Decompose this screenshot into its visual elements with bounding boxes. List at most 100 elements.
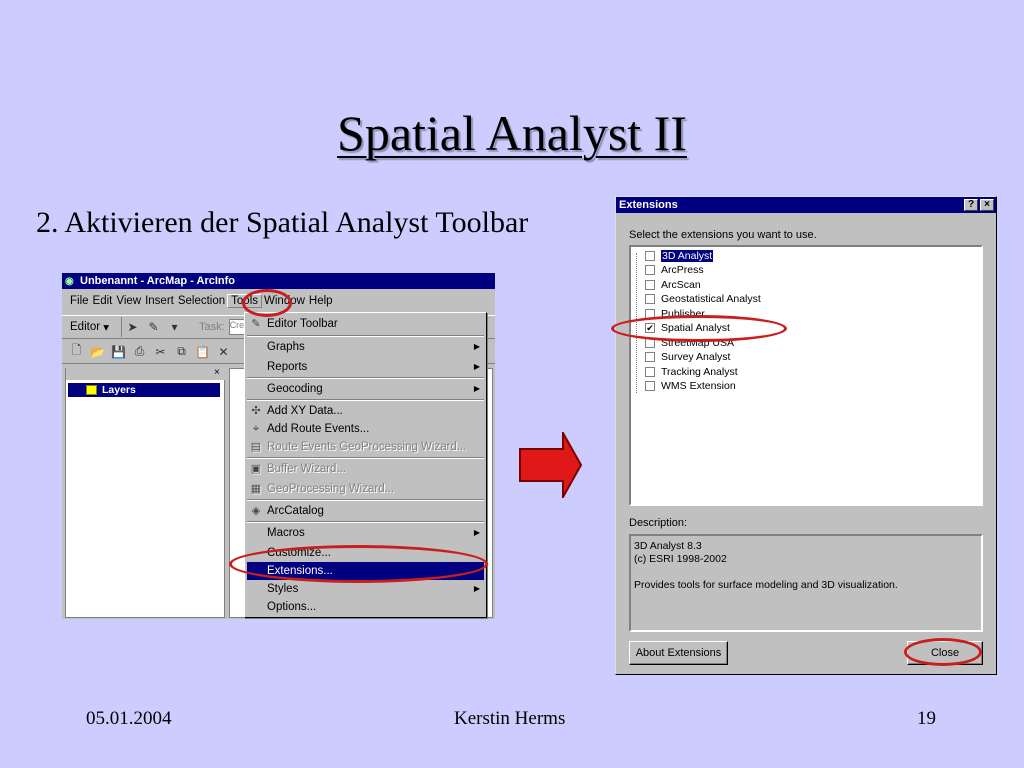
footer-date: 05.01.2004 xyxy=(86,708,172,729)
extension-survey-analyst[interactable]: Survey Analyst xyxy=(645,350,730,364)
close-icon[interactable]: × xyxy=(980,199,994,211)
help-icon[interactable]: ? xyxy=(964,199,978,211)
new-document-icon[interactable]: 🗋 xyxy=(66,342,87,362)
menu-item-label: Add XY Data... xyxy=(267,405,343,417)
delete-icon[interactable]: ✕ xyxy=(213,342,234,362)
cut-icon[interactable]: ✂ xyxy=(150,342,171,362)
extensions-list: 3D Analyst ArcPress ArcScan Geostatistic… xyxy=(629,245,983,506)
submenu-arrow-icon: ▶ xyxy=(473,342,480,351)
menu-item-route-events-wizard[interactable]: ▤ Route Events GeoProcessing Wizard... xyxy=(247,438,484,456)
menu-item-buffer-wizard[interactable]: ▣ Buffer Wizard... xyxy=(247,460,484,478)
menu-separator xyxy=(247,399,484,401)
menu-item-add-xy-data[interactable]: ✣ Add XY Data... xyxy=(247,402,484,420)
menu-item-label: Editor Toolbar xyxy=(267,318,338,330)
extension-label: Geostatistical Analyst xyxy=(661,293,761,305)
description-line xyxy=(634,566,978,579)
about-extensions-button[interactable]: About Extensions xyxy=(629,641,728,665)
menu-item-label: Graphs xyxy=(267,341,305,353)
checkbox[interactable] xyxy=(645,381,655,391)
pencil-icon[interactable]: ✎ xyxy=(143,317,164,337)
menu-item-editor-toolbar[interactable]: ✎ Editor Toolbar xyxy=(247,315,484,333)
buffer-icon: ▣ xyxy=(250,463,262,475)
extensions-titlebar: Extensions ? × xyxy=(616,197,996,213)
extension-3d-analyst[interactable]: 3D Analyst xyxy=(645,249,714,263)
editor-toolbar-icon: ✎ xyxy=(251,318,261,330)
extension-label: ArcPress xyxy=(661,264,704,276)
close-highlight-ring xyxy=(904,638,982,666)
footer-author: Kerstin Herms xyxy=(454,708,566,729)
extension-arcscan[interactable]: ArcScan xyxy=(645,278,701,292)
menu-item-graphs[interactable]: Graphs ▶ xyxy=(247,338,484,356)
menu-item-add-route-events[interactable]: ⌖ Add Route Events... xyxy=(247,420,484,438)
checkbox[interactable] xyxy=(645,352,655,362)
menu-selection[interactable]: Selection xyxy=(176,295,227,307)
menu-item-label: Geocoding xyxy=(267,383,323,395)
menu-separator xyxy=(247,457,484,459)
edit-tool-icon[interactable]: ➤ xyxy=(122,317,143,337)
extension-arcpress[interactable]: ArcPress xyxy=(645,263,704,277)
checkbox[interactable] xyxy=(645,251,655,261)
checkbox[interactable] xyxy=(645,294,655,304)
menu-item-geoprocessing-wizard[interactable]: ▦ GeoProcessing Wizard... xyxy=(247,480,484,498)
menu-edit[interactable]: Edit xyxy=(91,295,115,307)
paste-icon[interactable]: 📋 xyxy=(192,342,213,362)
menu-item-geocoding[interactable]: Geocoding ▶ xyxy=(247,380,484,398)
menu-item-macros[interactable]: Macros ▶ xyxy=(247,524,484,542)
menu-item-label: Styles xyxy=(267,583,299,595)
menu-separator xyxy=(247,521,484,523)
menu-item-label: Options... xyxy=(267,601,317,613)
globe-icon: ◉ xyxy=(65,275,74,287)
route-events-icon: ⌖ xyxy=(252,423,260,435)
toc-header: × xyxy=(66,368,226,380)
slide-title: Spatial Analyst II xyxy=(337,105,687,161)
menu-separator xyxy=(247,499,484,501)
menu-help[interactable]: Help xyxy=(307,295,335,307)
close-icon[interactable]: × xyxy=(214,368,224,378)
print-icon[interactable]: ⎙ xyxy=(129,342,150,362)
checkbox[interactable] xyxy=(645,265,655,275)
editor-menu-button[interactable]: Editor ▾ xyxy=(66,317,122,337)
extension-geostatistical-analyst[interactable]: Geostatistical Analyst xyxy=(645,292,761,306)
menu-view[interactable]: View xyxy=(114,295,143,307)
extension-tracking-analyst[interactable]: Tracking Analyst xyxy=(645,365,738,379)
menu-item-label: Macros xyxy=(267,527,305,539)
menu-item-label: Add Route Events... xyxy=(267,423,370,435)
menu-item-label: Buffer Wizard... xyxy=(267,463,347,475)
description-box: 3D Analyst 8.3 (c) ESRI 1998-2002 Provid… xyxy=(629,534,983,632)
description-line: 3D Analyst 8.3 xyxy=(634,540,702,552)
description-line: (c) ESRI 1998-2002 xyxy=(634,553,727,565)
geoprocessing-icon: ▦ xyxy=(250,483,262,495)
menu-item-label: GeoProcessing Wizard... xyxy=(267,483,395,495)
extensions-dialog-title: Extensions xyxy=(619,199,678,211)
description-label: Description: xyxy=(629,517,688,529)
menu-item-reports[interactable]: Reports ▶ xyxy=(247,358,484,376)
menu-item-arccatalog[interactable]: ◈ ArcCatalog xyxy=(247,502,484,520)
extension-wms-extension[interactable]: WMS Extension xyxy=(645,379,736,393)
arcmap-titlebar: ◉ Unbenannt - ArcMap - ArcInfo xyxy=(62,273,495,289)
submenu-arrow-icon: ▶ xyxy=(473,528,480,537)
menu-file[interactable]: File xyxy=(68,295,91,307)
open-folder-icon[interactable]: 📂 xyxy=(87,342,108,362)
extension-label: Tracking Analyst xyxy=(661,366,738,378)
submenu-arrow-icon: ▶ xyxy=(473,584,480,593)
tools-highlight-ring xyxy=(242,289,292,317)
copy-icon[interactable]: ⧉ xyxy=(171,342,192,362)
menu-item-options[interactable]: Options... xyxy=(247,598,484,616)
checkbox[interactable] xyxy=(645,367,655,377)
extensions-prompt: Select the extensions you want to use. xyxy=(629,229,817,241)
arccatalog-icon: ◈ xyxy=(251,505,261,517)
save-icon[interactable]: 💾 xyxy=(108,342,129,362)
description-line: Provides tools for surface modeling and … xyxy=(634,579,898,591)
menu-separator xyxy=(247,335,484,337)
layers-icon xyxy=(86,385,97,395)
menu-insert[interactable]: Insert xyxy=(143,295,176,307)
table-of-contents: × Layers xyxy=(65,368,226,618)
extension-label: WMS Extension xyxy=(661,380,736,392)
toc-layers-root[interactable]: Layers xyxy=(68,383,220,397)
spatial-analyst-highlight-ring xyxy=(611,315,787,342)
toc-layers-label: Layers xyxy=(102,384,136,396)
task-label: Task: xyxy=(199,321,225,333)
checkbox[interactable] xyxy=(645,280,655,290)
right-arrow-icon xyxy=(519,432,583,498)
chevron-down-icon[interactable]: ▾ xyxy=(164,317,185,337)
